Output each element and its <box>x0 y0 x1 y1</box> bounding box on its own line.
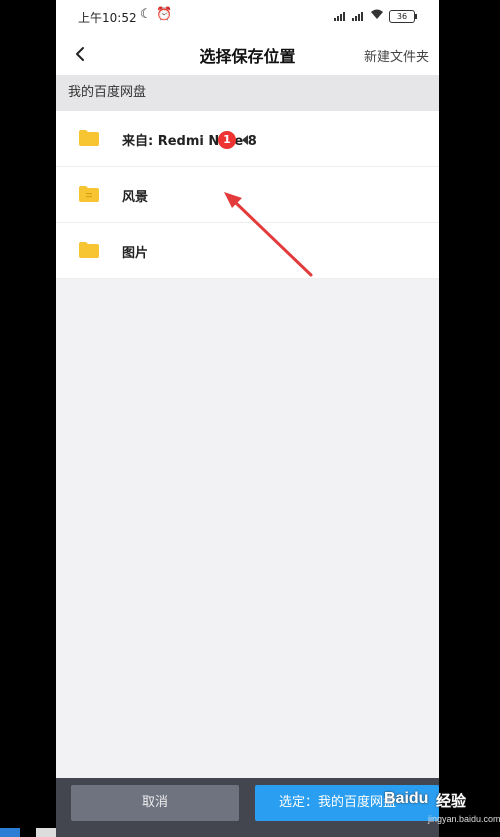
taskbar-icon <box>0 828 20 837</box>
folder-label: 风景 <box>122 190 149 205</box>
title-bar: 选择保存位置 新建文件夹 <box>56 33 439 75</box>
watermark-brand: 经验 <box>436 792 467 810</box>
watermark: Baidu 经验 jingyan.baidu.com <box>384 790 500 830</box>
moon-icon: ☾ <box>140 7 152 22</box>
breadcrumb[interactable]: 我的百度网盘 <box>56 75 439 111</box>
signal-icon <box>352 11 366 21</box>
folder-row-scenery[interactable]: 风景 <box>56 167 439 223</box>
new-folder-button[interactable]: 新建文件夹 <box>364 46 429 65</box>
alarm-icon: ⏰ <box>156 7 173 22</box>
folder-label: 图片 <box>122 246 149 261</box>
folder-icon <box>79 242 99 258</box>
folder-shared-icon <box>79 186 99 202</box>
battery-icon: 36 <box>389 10 417 23</box>
folder-icon <box>79 130 99 146</box>
watermark-url: jingyan.baidu.com <box>428 814 500 824</box>
annotation-badge: 1 <box>218 131 236 149</box>
folder-row-pictures[interactable]: 图片 <box>56 223 439 279</box>
folder-label: 来自: Redmi Note 8 <box>122 134 257 149</box>
cancel-button[interactable]: 取消 <box>71 785 239 821</box>
phone-screen: 上午10:52 ☾ ⏰ 36 选择保存位置 新建文件夹 我的百度网盘 来自: R… <box>56 0 439 837</box>
signal-icon <box>334 11 348 21</box>
badge-pointer-icon <box>242 135 248 145</box>
status-time: 上午10:52 <box>78 11 137 25</box>
taskbar-icon <box>36 828 56 837</box>
wifi-icon <box>370 8 384 23</box>
watermark-logo: Baidu <box>384 790 429 807</box>
bottom-bar: 取消 选定：我的百度网盘 <box>56 778 439 837</box>
status-bar: 上午10:52 ☾ ⏰ 36 <box>56 0 439 33</box>
taskbar-fragment <box>0 828 60 837</box>
